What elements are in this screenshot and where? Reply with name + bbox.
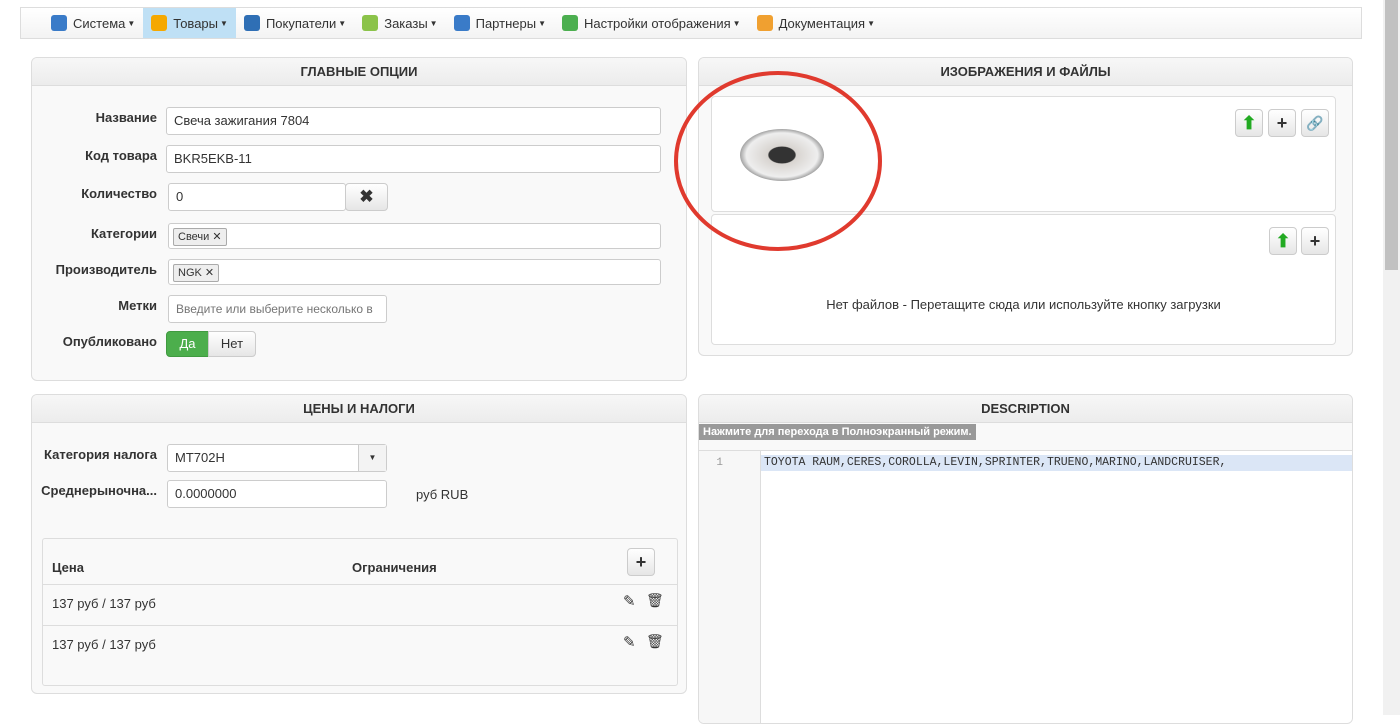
scrollbar-thumb[interactable] bbox=[1385, 0, 1398, 270]
scrollbar[interactable] bbox=[1383, 0, 1400, 715]
red-highlight-circle bbox=[674, 71, 882, 251]
